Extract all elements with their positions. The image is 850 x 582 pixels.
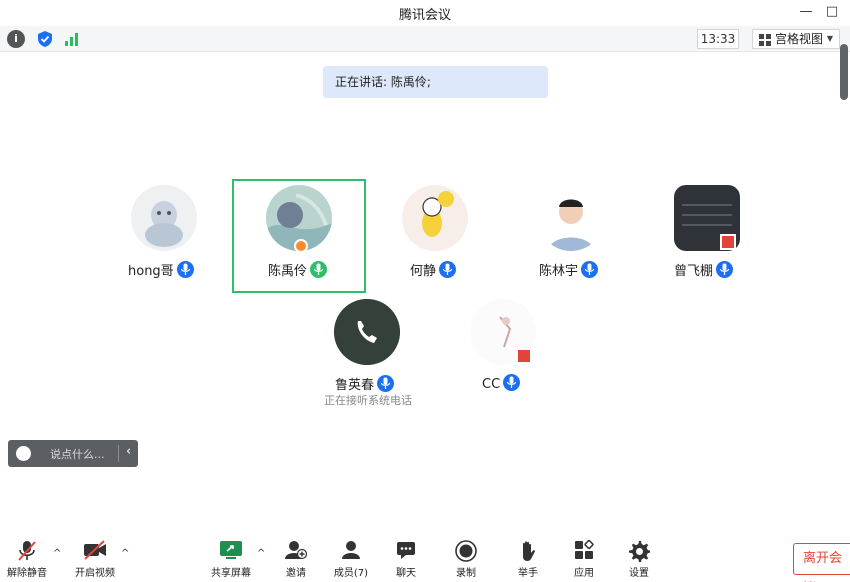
mic-icon xyxy=(377,375,395,392)
apps-label: 应用 xyxy=(574,568,594,579)
signal-icon[interactable] xyxy=(64,31,82,47)
participant-name-row: 陈禹伶 xyxy=(268,260,328,279)
maximize-button[interactable]: □ xyxy=(821,2,843,22)
participant-name-row: 曾飞棚 xyxy=(674,260,734,279)
avatar xyxy=(334,299,400,365)
participant-tile[interactable]: 曾飞棚 xyxy=(640,180,774,294)
record-icon xyxy=(455,540,477,566)
emoji-icon[interactable] xyxy=(16,446,31,461)
share-screen-label: 共享屏幕 xyxy=(211,568,251,579)
add-user-icon xyxy=(285,540,308,564)
participant-tile[interactable]: 鲁英春 正在接听系统电话 xyxy=(300,294,434,408)
mic-icon xyxy=(581,261,599,278)
bottom-toolbar: 解除静音 ^ 开启视频 ^ 共享屏幕 ^ 邀请 成员(7) 聊天 录制 举手 应… xyxy=(0,534,850,582)
phone-badge-icon xyxy=(720,234,736,250)
view-label: 宫格视图 xyxy=(775,32,824,46)
participant-tile-active[interactable]: 陈禹伶 xyxy=(232,179,366,293)
meeting-time: 13:33 xyxy=(697,29,739,49)
participant-tile[interactable]: hong哥 xyxy=(97,180,231,294)
leave-meeting-button[interactable]: 离开会议 xyxy=(793,543,850,582)
chat-input[interactable]: 说点什么... ‹ xyxy=(8,440,138,467)
participant-name: hong哥 xyxy=(128,264,174,279)
unmute-label: 解除静音 xyxy=(7,568,47,579)
apps-button[interactable]: 应用 xyxy=(564,534,604,580)
participant-name-row: 何静 xyxy=(410,260,457,279)
mic-icon xyxy=(176,261,194,278)
participant-name: 曾飞棚 xyxy=(674,264,714,279)
window-title: 腾讯会议 xyxy=(398,8,451,23)
chat-button[interactable]: 聊天 xyxy=(386,534,426,580)
phone-badge-icon xyxy=(516,348,532,364)
avatar xyxy=(538,185,604,251)
members-button[interactable]: 成员(7) xyxy=(330,534,372,580)
participant-name: 陈林宇 xyxy=(539,264,579,279)
settings-label: 设置 xyxy=(629,568,649,579)
share-options-caret[interactable]: ^ xyxy=(257,548,265,559)
shield-icon[interactable] xyxy=(36,30,54,48)
scrollbar[interactable] xyxy=(840,44,848,100)
collapse-icon[interactable]: ‹ xyxy=(126,444,131,459)
apps-icon xyxy=(574,539,594,564)
chat-icon xyxy=(396,540,416,564)
chat-label: 聊天 xyxy=(396,568,416,579)
participant-name-row: hong哥 xyxy=(128,260,194,279)
participant-name-row: 鲁英春 xyxy=(335,374,395,393)
participant-name: CC xyxy=(482,377,501,392)
invite-label: 邀请 xyxy=(286,568,306,579)
divider xyxy=(118,445,119,462)
avatar xyxy=(402,185,468,251)
participant-tile[interactable]: CC xyxy=(436,294,570,408)
invite-button[interactable]: 邀请 xyxy=(276,534,316,580)
speaking-indicator: 正在讲话: 陈禹伶; xyxy=(323,66,548,98)
mic-speaking-icon xyxy=(310,261,328,278)
share-screen-button[interactable]: 共享屏幕 xyxy=(208,534,254,580)
mic-icon xyxy=(503,374,521,391)
participant-name-row: CC xyxy=(482,374,521,392)
raise-hand-label: 举手 xyxy=(518,568,538,579)
record-button[interactable]: 录制 xyxy=(446,534,486,580)
participant-name: 何静 xyxy=(410,264,437,279)
camera-off-icon xyxy=(83,540,107,564)
chevron-down-icon: ▼ xyxy=(826,34,833,43)
settings-button[interactable]: 设置 xyxy=(619,534,659,580)
video-options-caret[interactable]: ^ xyxy=(121,548,129,559)
gear-icon xyxy=(628,540,650,566)
avatar xyxy=(131,185,197,251)
title-bar: 腾讯会议 — □ xyxy=(0,0,850,24)
minimize-button[interactable]: — xyxy=(795,2,817,22)
grid-icon xyxy=(759,34,771,46)
start-video-label: 开启视频 xyxy=(75,568,115,579)
raise-hand-button[interactable]: 举手 xyxy=(508,534,548,580)
share-screen-icon xyxy=(219,540,243,564)
host-icon xyxy=(294,239,308,253)
grid-view-button[interactable]: 宫格视图 ▼ xyxy=(752,29,840,49)
mic-icon xyxy=(716,261,734,278)
participant-status: 正在接听系统电话 xyxy=(324,394,412,407)
record-label: 录制 xyxy=(456,568,476,579)
unmute-button[interactable]: 解除静音 xyxy=(4,534,50,580)
members-label: 成员(7) xyxy=(333,568,369,579)
participant-tile[interactable]: 陈林宇 xyxy=(504,180,638,294)
chat-placeholder: 说点什么... xyxy=(50,448,105,461)
participant-tile[interactable]: 何静 xyxy=(368,180,502,294)
participant-name-row: 陈林宇 xyxy=(539,260,599,279)
mic-muted-icon xyxy=(17,540,37,566)
info-icon[interactable]: i xyxy=(7,30,25,48)
status-bar: i 13:33 宫格视图 ▼ xyxy=(0,26,850,52)
start-video-button[interactable]: 开启视频 xyxy=(72,534,118,580)
audio-options-caret[interactable]: ^ xyxy=(53,548,61,559)
members-icon xyxy=(341,540,361,564)
participant-name: 陈禹伶 xyxy=(268,264,308,279)
participant-name: 鲁英春 xyxy=(335,378,375,393)
hand-icon xyxy=(519,540,537,566)
mic-icon xyxy=(439,261,457,278)
